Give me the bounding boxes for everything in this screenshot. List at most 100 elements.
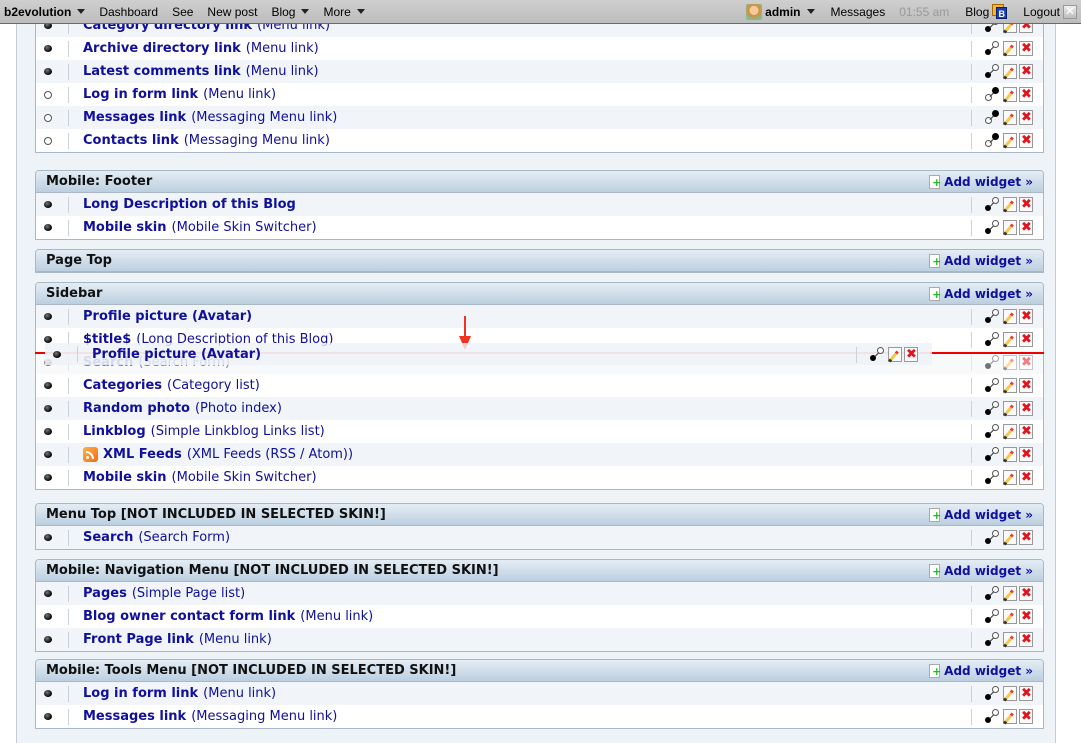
widget-name-link[interactable]: Latest comments link (83, 64, 241, 79)
delete-icon[interactable] (1019, 447, 1033, 462)
disable-toggle-icon[interactable] (984, 331, 1001, 348)
disable-toggle-icon[interactable] (984, 469, 1001, 486)
delete-icon[interactable] (1019, 355, 1033, 370)
disable-toggle-icon[interactable] (984, 40, 1001, 57)
enable-toggle-icon[interactable] (984, 86, 1001, 103)
dragged-widget[interactable]: Profile picture (Avatar) (45, 343, 932, 365)
widget-name-link[interactable]: Random photo (83, 401, 190, 416)
disable-toggle-icon[interactable] (984, 446, 1001, 463)
widget-name-link[interactable]: Categories (83, 378, 162, 393)
disable-toggle-icon[interactable] (984, 354, 1001, 371)
disable-toggle-icon[interactable] (984, 685, 1001, 702)
edit-icon[interactable] (1003, 709, 1017, 724)
disable-toggle-icon[interactable] (984, 631, 1001, 648)
menu-more[interactable]: More (323, 5, 365, 19)
delete-icon[interactable] (1019, 378, 1033, 393)
menu-blog[interactable]: Blog (271, 5, 310, 19)
widget-name-link[interactable]: Contacts link (83, 133, 179, 148)
delete-icon[interactable] (1019, 133, 1033, 148)
add-widget-button[interactable]: Add widget » (929, 174, 1033, 189)
disable-toggle-icon[interactable] (984, 708, 1001, 725)
widget-name-link[interactable]: Blog owner contact form link (83, 609, 295, 624)
delete-icon[interactable] (1019, 586, 1033, 601)
brand-menu[interactable]: b2evolution (4, 5, 86, 19)
menu-see[interactable]: See (172, 5, 193, 19)
disable-toggle-icon[interactable] (984, 423, 1001, 440)
edit-icon[interactable] (1003, 378, 1017, 393)
delete-icon[interactable] (1019, 632, 1033, 647)
edit-icon[interactable] (1003, 110, 1017, 125)
disable-toggle-icon[interactable] (984, 585, 1001, 602)
enable-toggle-icon[interactable] (984, 109, 1001, 126)
widget-name-link[interactable]: Archive directory link (83, 41, 241, 56)
widget-name-link[interactable]: Log in form link (83, 87, 198, 102)
disable-toggle-icon[interactable] (984, 529, 1001, 546)
messages-link[interactable]: Messages (831, 5, 886, 19)
edit-icon[interactable] (1003, 355, 1017, 370)
menu-new-post[interactable]: New post (207, 5, 257, 19)
edit-icon[interactable] (1003, 220, 1017, 235)
disable-toggle-icon[interactable] (984, 308, 1001, 325)
disable-toggle-icon[interactable] (984, 196, 1001, 213)
edit-icon[interactable] (1003, 41, 1017, 56)
delete-icon[interactable] (1019, 64, 1033, 79)
delete-icon[interactable] (1019, 709, 1033, 724)
delete-icon[interactable] (1019, 686, 1033, 701)
disable-toggle-icon[interactable] (984, 219, 1001, 236)
menu-dashboard[interactable]: Dashboard (99, 5, 158, 19)
add-widget-button[interactable]: Add widget » (929, 563, 1033, 578)
user-menu[interactable]: admin (746, 3, 815, 20)
delete-icon[interactable] (1019, 609, 1033, 624)
edit-icon[interactable] (1003, 64, 1017, 79)
widget-name-link[interactable]: Front Page link (83, 632, 194, 647)
logout-link[interactable]: Logout (1023, 4, 1077, 19)
edit-icon[interactable] (1003, 309, 1017, 324)
delete-icon[interactable] (1019, 87, 1033, 102)
edit-icon[interactable] (1003, 586, 1017, 601)
delete-icon[interactable] (904, 347, 918, 362)
widget-name-link[interactable]: Mobile skin (83, 470, 167, 485)
widget-name-link[interactable]: Messages link (83, 110, 186, 125)
delete-icon[interactable] (1019, 470, 1033, 485)
edit-icon[interactable] (1003, 609, 1017, 624)
edit-icon[interactable] (1003, 401, 1017, 416)
edit-icon[interactable] (1003, 332, 1017, 347)
delete-icon[interactable] (1019, 401, 1033, 416)
delete-icon[interactable] (1019, 309, 1033, 324)
disable-toggle-icon[interactable] (984, 608, 1001, 625)
add-widget-button[interactable]: Add widget » (929, 663, 1033, 678)
delete-icon[interactable] (1019, 424, 1033, 439)
disable-toggle-icon[interactable] (984, 377, 1001, 394)
disable-toggle-icon[interactable] (984, 400, 1001, 417)
delete-icon[interactable] (1019, 110, 1033, 125)
edit-icon[interactable] (1003, 530, 1017, 545)
edit-icon[interactable] (1003, 424, 1017, 439)
widget-name-link[interactable]: Long Description of this Blog (83, 197, 296, 212)
add-widget-button[interactable]: Add widget » (929, 253, 1033, 268)
edit-icon[interactable] (1003, 686, 1017, 701)
edit-icon[interactable] (1003, 133, 1017, 148)
edit-icon[interactable] (1003, 87, 1017, 102)
enable-toggle-icon[interactable] (984, 132, 1001, 149)
widget-name-link[interactable]: XML Feeds (103, 447, 182, 462)
widget-name-link[interactable]: Log in form link (83, 686, 198, 701)
delete-icon[interactable] (1019, 41, 1033, 56)
widget-name-link[interactable]: Search (83, 530, 133, 545)
add-widget-button[interactable]: Add widget » (929, 507, 1033, 522)
toggle-icon[interactable] (869, 346, 886, 363)
widget-name-link[interactable]: Profile picture (Avatar) (83, 309, 252, 324)
edit-icon[interactable] (1003, 447, 1017, 462)
delete-icon[interactable] (1019, 197, 1033, 212)
edit-icon[interactable] (888, 347, 902, 362)
blog-link[interactable]: Blog (965, 4, 1008, 19)
widget-name-link[interactable]: Pages (83, 586, 127, 601)
widget-name-link[interactable]: Linkblog (83, 424, 146, 439)
delete-icon[interactable] (1019, 220, 1033, 235)
edit-icon[interactable] (1003, 632, 1017, 647)
edit-icon[interactable] (1003, 470, 1017, 485)
widget-name-link[interactable]: Messages link (83, 709, 186, 724)
edit-icon[interactable] (1003, 197, 1017, 212)
add-widget-button[interactable]: Add widget » (929, 286, 1033, 301)
delete-icon[interactable] (1019, 530, 1033, 545)
widget-name-link[interactable]: Mobile skin (83, 220, 167, 235)
